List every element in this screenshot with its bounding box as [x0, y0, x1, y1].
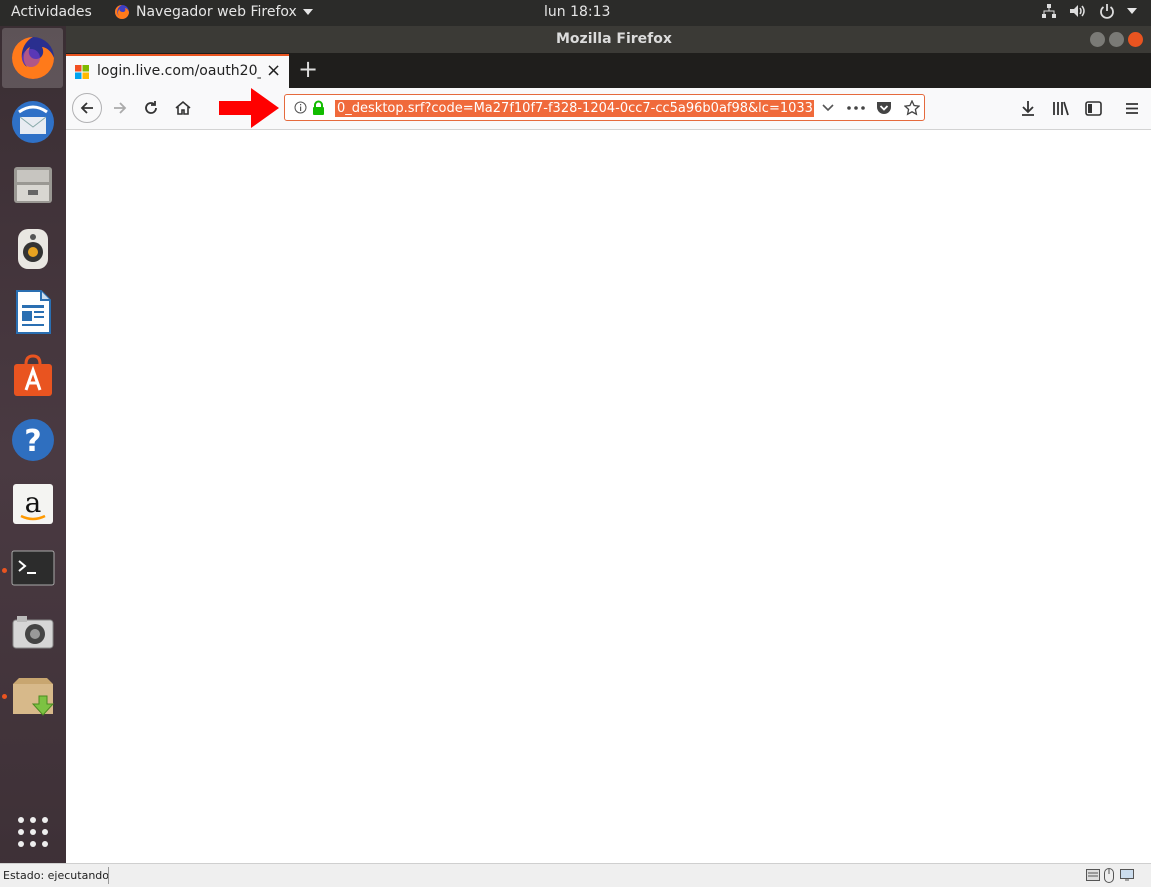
running-indicator [2, 694, 7, 699]
keyboard-icon[interactable] [1086, 869, 1100, 881]
back-button[interactable] [72, 93, 102, 123]
tab-login-live[interactable]: login.live.com/oauth20_d × [66, 54, 289, 88]
status-bar: Estado: ejecutando [0, 863, 1151, 887]
menu-caret-icon [1127, 8, 1137, 14]
display-icon[interactable] [1120, 869, 1134, 881]
clock[interactable]: lun 18:13 [544, 4, 610, 20]
maximize-button[interactable] [1109, 32, 1124, 47]
running-indicator [2, 568, 7, 573]
chevron-down-icon [302, 9, 313, 15]
url-text[interactable]: 0_desktop.srf?code=Ma27f10f7-f328-1204-0… [337, 100, 813, 117]
dock-firefox-icon[interactable] [9, 34, 57, 82]
window-title: Mozilla Firefox [556, 31, 672, 47]
minimize-button[interactable] [1090, 32, 1105, 47]
info-icon[interactable] [294, 101, 307, 114]
microsoft-favicon-icon [75, 65, 89, 79]
tab-strip: login.live.com/oauth20_d × + [66, 53, 1151, 88]
window-titlebar[interactable]: Mozilla Firefox [66, 26, 1151, 53]
tab-title: login.live.com/oauth20_d [97, 63, 261, 79]
app-menu-label: Navegador web Firefox [136, 4, 297, 20]
top-panel: Actividades Navegador web Firefox lun 18… [0, 0, 1151, 26]
status-separator [108, 867, 109, 884]
dock: ? a [0, 26, 66, 887]
activities-button[interactable]: Actividades [11, 4, 92, 20]
lock-icon[interactable] [312, 100, 325, 115]
back-arrow-icon [80, 102, 93, 114]
new-tab-button[interactable]: + [298, 55, 318, 83]
download-icon [1022, 101, 1034, 116]
pocket-icon[interactable] [876, 100, 892, 115]
page-content[interactable] [66, 130, 1151, 863]
dock-installer-icon[interactable] [9, 672, 57, 720]
mouse-icon[interactable] [1104, 868, 1114, 883]
dock-amazon-icon[interactable]: a [9, 480, 57, 528]
app-menu[interactable]: Navegador web Firefox [114, 4, 313, 20]
dock-camera-icon[interactable] [9, 608, 57, 656]
dock-thunderbird-icon[interactable] [9, 98, 57, 146]
volume-icon [1070, 5, 1085, 17]
svg-text:?: ? [24, 424, 41, 459]
close-window-button[interactable] [1128, 32, 1143, 47]
chevron-down-icon[interactable] [822, 103, 834, 113]
menu-icon [1126, 102, 1138, 114]
dock-software-icon[interactable] [9, 352, 57, 400]
network-icon [1042, 4, 1056, 18]
reload-button[interactable] [139, 96, 163, 120]
home-button[interactable] [171, 96, 195, 120]
status-text: Estado: ejecutando [3, 869, 109, 882]
library-button[interactable] [1049, 96, 1073, 120]
system-tray[interactable] [1041, 3, 1137, 19]
page-actions-icon[interactable] [847, 106, 865, 110]
dock-help-icon[interactable]: ? [9, 416, 57, 464]
firefox-icon [115, 5, 129, 19]
hamburger-menu-button[interactable] [1120, 96, 1144, 120]
forward-arrow-icon [114, 102, 127, 114]
dock-terminal-icon[interactable] [9, 544, 57, 592]
home-icon [175, 100, 191, 115]
dock-writer-icon[interactable] [9, 288, 57, 336]
downloads-button[interactable] [1016, 96, 1040, 120]
show-applications-icon[interactable] [9, 808, 57, 856]
sidebar-button[interactable] [1081, 96, 1105, 120]
svg-text:a: a [25, 486, 42, 519]
power-icon [1100, 4, 1114, 19]
sidebar-icon [1084, 100, 1102, 116]
library-icon [1053, 101, 1069, 116]
dock-files-icon[interactable] [9, 161, 57, 209]
url-bar[interactable]: 0_desktop.srf?code=Ma27f10f7-f328-1204-0… [284, 94, 925, 121]
tab-close-icon[interactable]: × [266, 60, 281, 81]
dock-rhythmbox-icon[interactable] [9, 225, 57, 273]
annotation-arrow-icon [219, 88, 279, 128]
forward-button[interactable] [108, 96, 132, 120]
bookmark-star-icon[interactable] [904, 100, 920, 116]
reload-icon [145, 101, 157, 114]
